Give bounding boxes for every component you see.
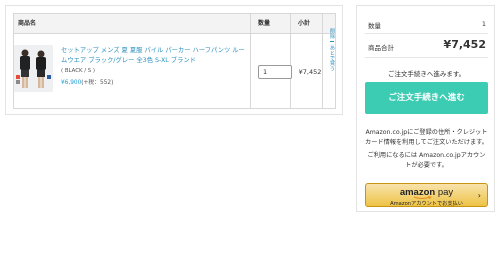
summary-total-row: 商品合計 ¥7,452 — [365, 34, 488, 58]
summary-quantity-row: 数量 1 — [365, 14, 488, 34]
cart-panel: 商品名 数量 小計 セットアップ メンズ 夏 夏服 パイル パーカー ハーフパン… — [5, 5, 343, 115]
cart-page: 商品名 数量 小計 セットアップ メンズ 夏 夏服 パイル パーカー ハーフパン… — [0, 0, 500, 265]
product-title-link[interactable]: セットアップ メンズ 夏 夏服 パイル パーカー ハーフパンツ ルームウエア ブ… — [61, 46, 247, 66]
proceed-hint: ご注文手続きへ進みます。 — [387, 70, 466, 78]
amazon-note-1: Amazon.co.jpにご登録の住所・クレジットカード情報を利用してご注文いた… — [365, 129, 488, 146]
column-divider — [290, 14, 291, 108]
proceed-to-checkout-button[interactable]: ご注文手続きへ進む — [365, 82, 488, 114]
save-for-later-link[interactable]: あとで買う — [329, 45, 335, 71]
unit-price: ¥6,900 — [61, 80, 82, 86]
row-actions: 削除 あとで買う — [324, 28, 340, 100]
amazon-pay-note: Amazon.co.jpにご登録の住所・クレジットカード情報を利用してご注文いた… — [365, 128, 488, 171]
column-divider — [250, 14, 251, 108]
quantity-input[interactable] — [258, 65, 292, 79]
summary-quantity-label: 数量 — [368, 22, 381, 30]
cart-table-header: 商品名 数量 小計 — [14, 14, 335, 34]
line-subtotal: ¥7,452 — [298, 68, 322, 76]
amazon-note-2: ご利用になるには Amazon.co.jpアカウントが必要です。 — [367, 152, 486, 169]
column-divider — [322, 14, 323, 108]
summary-total-label: 商品合計 — [368, 44, 394, 52]
chevron-right-icon: › — [477, 191, 481, 200]
order-summary-panel: 数量 1 商品合計 ¥7,452 ご注文手続きへ進みます。 ご注文手続きへ進む … — [356, 5, 495, 212]
product-variant: ( BLACK / S ) — [61, 68, 96, 74]
tax-note: (+税：552) — [81, 80, 114, 86]
summary-total-value: ¥7,452 — [443, 38, 486, 51]
action-separator — [330, 41, 334, 43]
product-price: ¥6,900(+税：552) — [61, 77, 113, 86]
amazon-pay-button[interactable]: amazon pay Amazonアカウントでお支払い › — [365, 183, 488, 207]
summary-quantity-value: 1 — [481, 20, 486, 28]
header-product: 商品名 — [18, 20, 37, 27]
header-subtotal: 小計 — [298, 20, 311, 27]
pay-logo-text: pay — [437, 187, 454, 198]
delete-link[interactable]: 削除 — [329, 28, 335, 38]
amazon-pay-sub-label: Amazonアカウントでお支払い — [390, 201, 463, 207]
header-quantity: 数量 — [258, 20, 271, 27]
product-image[interactable] — [14, 45, 53, 92]
